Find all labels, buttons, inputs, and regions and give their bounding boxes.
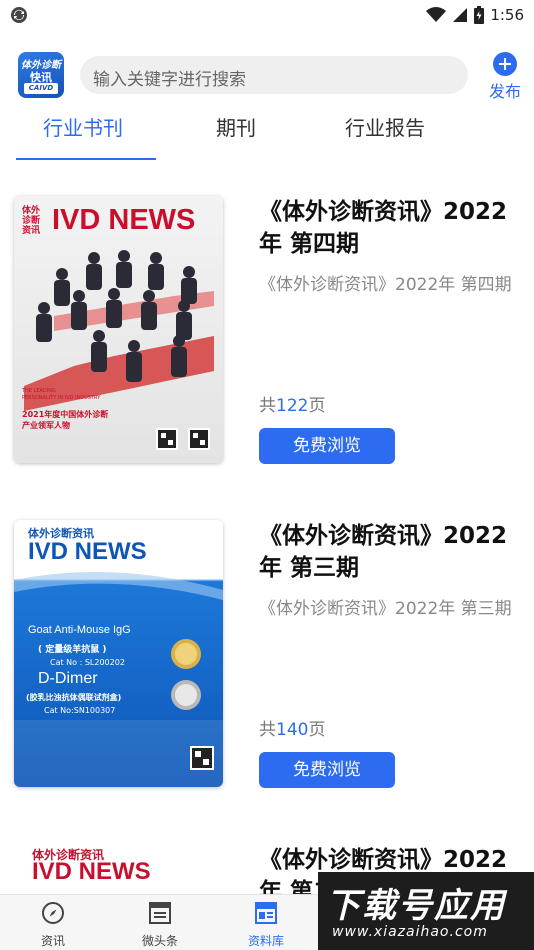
- cover-line5: (胶乳比浊抗体偶联试剂盒): [26, 693, 122, 702]
- watermark-url: www.xiazaihao.com: [332, 924, 488, 940]
- wifi-icon: [426, 7, 447, 22]
- pages-prefix: 共: [259, 720, 276, 740]
- header: 体外诊断 快讯 CAIVD 输入关键字进行搜索 发布: [0, 44, 534, 104]
- list-item[interactable]: 体外诊断资讯 IVD NEWS Goat Anti-Mouse IgG ( 定量…: [0, 520, 534, 790]
- news-library-icon: [255, 902, 277, 924]
- headline-icon: [149, 902, 171, 924]
- nav-label: 微头条: [141, 934, 178, 948]
- item-title[interactable]: 《体外诊断资讯》2022年 第四期: [259, 196, 519, 260]
- pages-count: 122: [276, 396, 309, 416]
- magazine-cover[interactable]: 体外诊断资讯 IVD NEWS Goat Anti-Mouse IgG ( 定量…: [14, 520, 223, 787]
- magazine-cover[interactable]: 体外诊断资讯 IVD NEWS: [14, 844, 223, 894]
- search-placeholder: 输入关键字进行搜索: [93, 70, 246, 90]
- pages-prefix: 共: [259, 396, 276, 416]
- pages-suffix: 页: [308, 396, 326, 416]
- free-browse-button[interactable]: 免费浏览: [259, 752, 395, 788]
- free-browse-button[interactable]: 免费浏览: [259, 428, 395, 464]
- pages-suffix: 页: [308, 720, 326, 740]
- magazine-cover[interactable]: 体外 诊断 资讯 IVD NEWS THE LEADING PERSONALIT…: [14, 196, 223, 463]
- publish-label: 发布: [488, 82, 521, 101]
- cover-brand: IVD NEWS: [28, 538, 147, 565]
- cover-line2: ( 定量级羊抗鼠 ): [38, 645, 107, 655]
- item-desc: 《体外诊断资讯》2022年 第四期: [259, 275, 512, 295]
- search-input[interactable]: 输入关键字进行搜索: [80, 56, 468, 94]
- active-tab-indicator: [16, 158, 156, 160]
- watermark-text: 下载号应用: [326, 886, 506, 926]
- item-title[interactable]: 《体外诊断资讯》2022年 第三期: [259, 520, 519, 584]
- cover-en-line: THE LEADING PERSONALITY IN IVD INDUSTRY: [22, 388, 101, 401]
- tab-periodicals[interactable]: 期刊: [216, 112, 256, 141]
- publish-button[interactable]: 发布: [484, 52, 526, 101]
- tab-industry-reports[interactable]: 行业报告: [345, 112, 425, 141]
- compass-icon: [42, 902, 64, 924]
- status-time: 1:56: [490, 6, 524, 24]
- nav-label: 资料库: [247, 934, 284, 948]
- cover-line4: D-Dimer: [38, 670, 98, 687]
- cover-cn-small: 体外 诊断 资讯: [22, 206, 41, 236]
- nav-library[interactable]: 资料库: [226, 901, 306, 949]
- battery-icon: [474, 6, 485, 24]
- item-pages: 共140页: [259, 715, 325, 740]
- cover-line3: Cat No : SL200202: [50, 658, 125, 667]
- nav-news[interactable]: 资讯: [13, 901, 93, 949]
- item-desc: 《体外诊断资讯》2022年 第三期: [259, 599, 512, 619]
- pages-count: 140: [276, 720, 309, 740]
- cover-brand: IVD NEWS: [52, 204, 196, 236]
- sync-icon: [11, 7, 27, 23]
- signal-icon: [453, 8, 468, 22]
- cover-brand: IVD NEWS: [32, 858, 151, 885]
- list-item[interactable]: 体外 诊断 资讯 IVD NEWS THE LEADING PERSONALIT…: [0, 196, 534, 466]
- nav-label: 资讯: [40, 934, 65, 948]
- item-pages: 共122页: [259, 391, 325, 416]
- status-bar: 1:56: [0, 0, 534, 30]
- plus-icon: [493, 52, 517, 76]
- watermark: 下载号应用 www.xiazaihao.com: [318, 872, 534, 950]
- tab-bar: 行业书刊 期刊 行业报告: [0, 104, 534, 160]
- logo-line3: CAIVD: [24, 83, 58, 94]
- cover-cn-caption: 2021年度中国体外诊断 产业领军人物: [22, 410, 109, 430]
- tab-industry-books[interactable]: 行业书刊: [43, 112, 123, 141]
- cover-line1: Goat Anti-Mouse IgG: [28, 624, 131, 636]
- cover-line6: Cat No:SN100307: [44, 706, 116, 715]
- nav-headlines[interactable]: 微头条: [120, 901, 200, 949]
- app-logo[interactable]: 体外诊断 快讯 CAIVD: [18, 52, 64, 98]
